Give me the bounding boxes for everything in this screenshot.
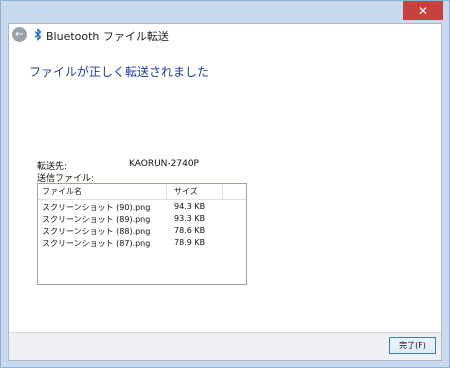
window: ✕ ← Bluetooth ファイル転送 ファイルが正しく転送されました 転送先… xyxy=(0,0,450,368)
column-divider[interactable] xyxy=(166,184,167,199)
table-row[interactable]: スクリーンショット (88).png 78.6 KB xyxy=(38,226,246,238)
table-row[interactable]: スクリーンショット (87).png 78.9 KB xyxy=(38,238,246,250)
file-size: 93.3 KB xyxy=(174,214,206,223)
table-row[interactable]: スクリーンショット (89).png 93.3 KB xyxy=(38,214,246,226)
file-size: 78.6 KB xyxy=(174,226,206,235)
file-size: 78.9 KB xyxy=(174,238,206,247)
file-list-header: ファイル名 サイズ xyxy=(38,184,246,200)
table-row[interactable]: スクリーンショット (90).png 94.3 KB xyxy=(38,202,246,214)
close-button[interactable]: ✕ xyxy=(403,1,443,20)
file-name: スクリーンショット (89).png xyxy=(42,215,151,224)
file-size: 94.3 KB xyxy=(174,202,206,211)
back-arrow-icon: ← xyxy=(15,28,24,40)
file-name: スクリーンショット (90).png xyxy=(42,203,151,212)
file-list[interactable]: ファイル名 サイズ スクリーンショット (90).png 94.3 KB スクリ… xyxy=(37,183,247,285)
navigation-bar: ← Bluetooth ファイル転送 xyxy=(9,24,441,46)
footer-bar: 完了(F) xyxy=(9,332,441,360)
file-name: スクリーンショット (87).png xyxy=(42,239,151,248)
file-name: スクリーンショット (88).png xyxy=(42,227,151,236)
finish-button[interactable]: 完了(F) xyxy=(389,337,436,354)
destination-value: KAORUN-2740P xyxy=(129,159,199,169)
wizard-content: ← Bluetooth ファイル転送 ファイルが正しく転送されました 転送先: … xyxy=(8,23,442,361)
column-divider[interactable] xyxy=(222,184,223,199)
back-button[interactable]: ← xyxy=(12,27,27,42)
window-title: Bluetooth ファイル転送 xyxy=(46,30,169,43)
column-header-name[interactable]: ファイル名 xyxy=(42,186,82,197)
bluetooth-icon xyxy=(34,28,42,41)
column-header-size[interactable]: サイズ xyxy=(174,186,198,197)
title-bar: ✕ xyxy=(1,1,449,23)
page-title: ファイルが正しく転送されました xyxy=(29,65,210,79)
close-icon: ✕ xyxy=(417,3,429,18)
